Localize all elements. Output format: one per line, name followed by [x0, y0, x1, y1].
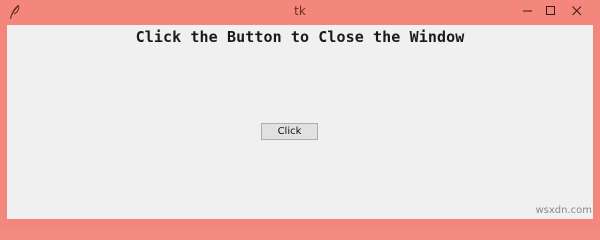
app-window: tk Click the Button to Close the Window …	[0, 0, 600, 226]
window-client-area: Click the Button to Close the Window Cli…	[7, 25, 593, 219]
click-button[interactable]: Click	[261, 123, 318, 140]
window-title: tk	[294, 4, 306, 18]
maximize-button[interactable]	[538, 0, 564, 20]
watermark-text: wsxdn.com	[535, 205, 592, 216]
title-bar[interactable]: tk	[0, 0, 600, 25]
maximize-icon	[546, 6, 555, 15]
close-button[interactable]	[564, 0, 590, 20]
instruction-heading: Click the Button to Close the Window	[135, 28, 465, 46]
minimize-icon	[523, 10, 532, 12]
close-icon	[572, 6, 582, 16]
